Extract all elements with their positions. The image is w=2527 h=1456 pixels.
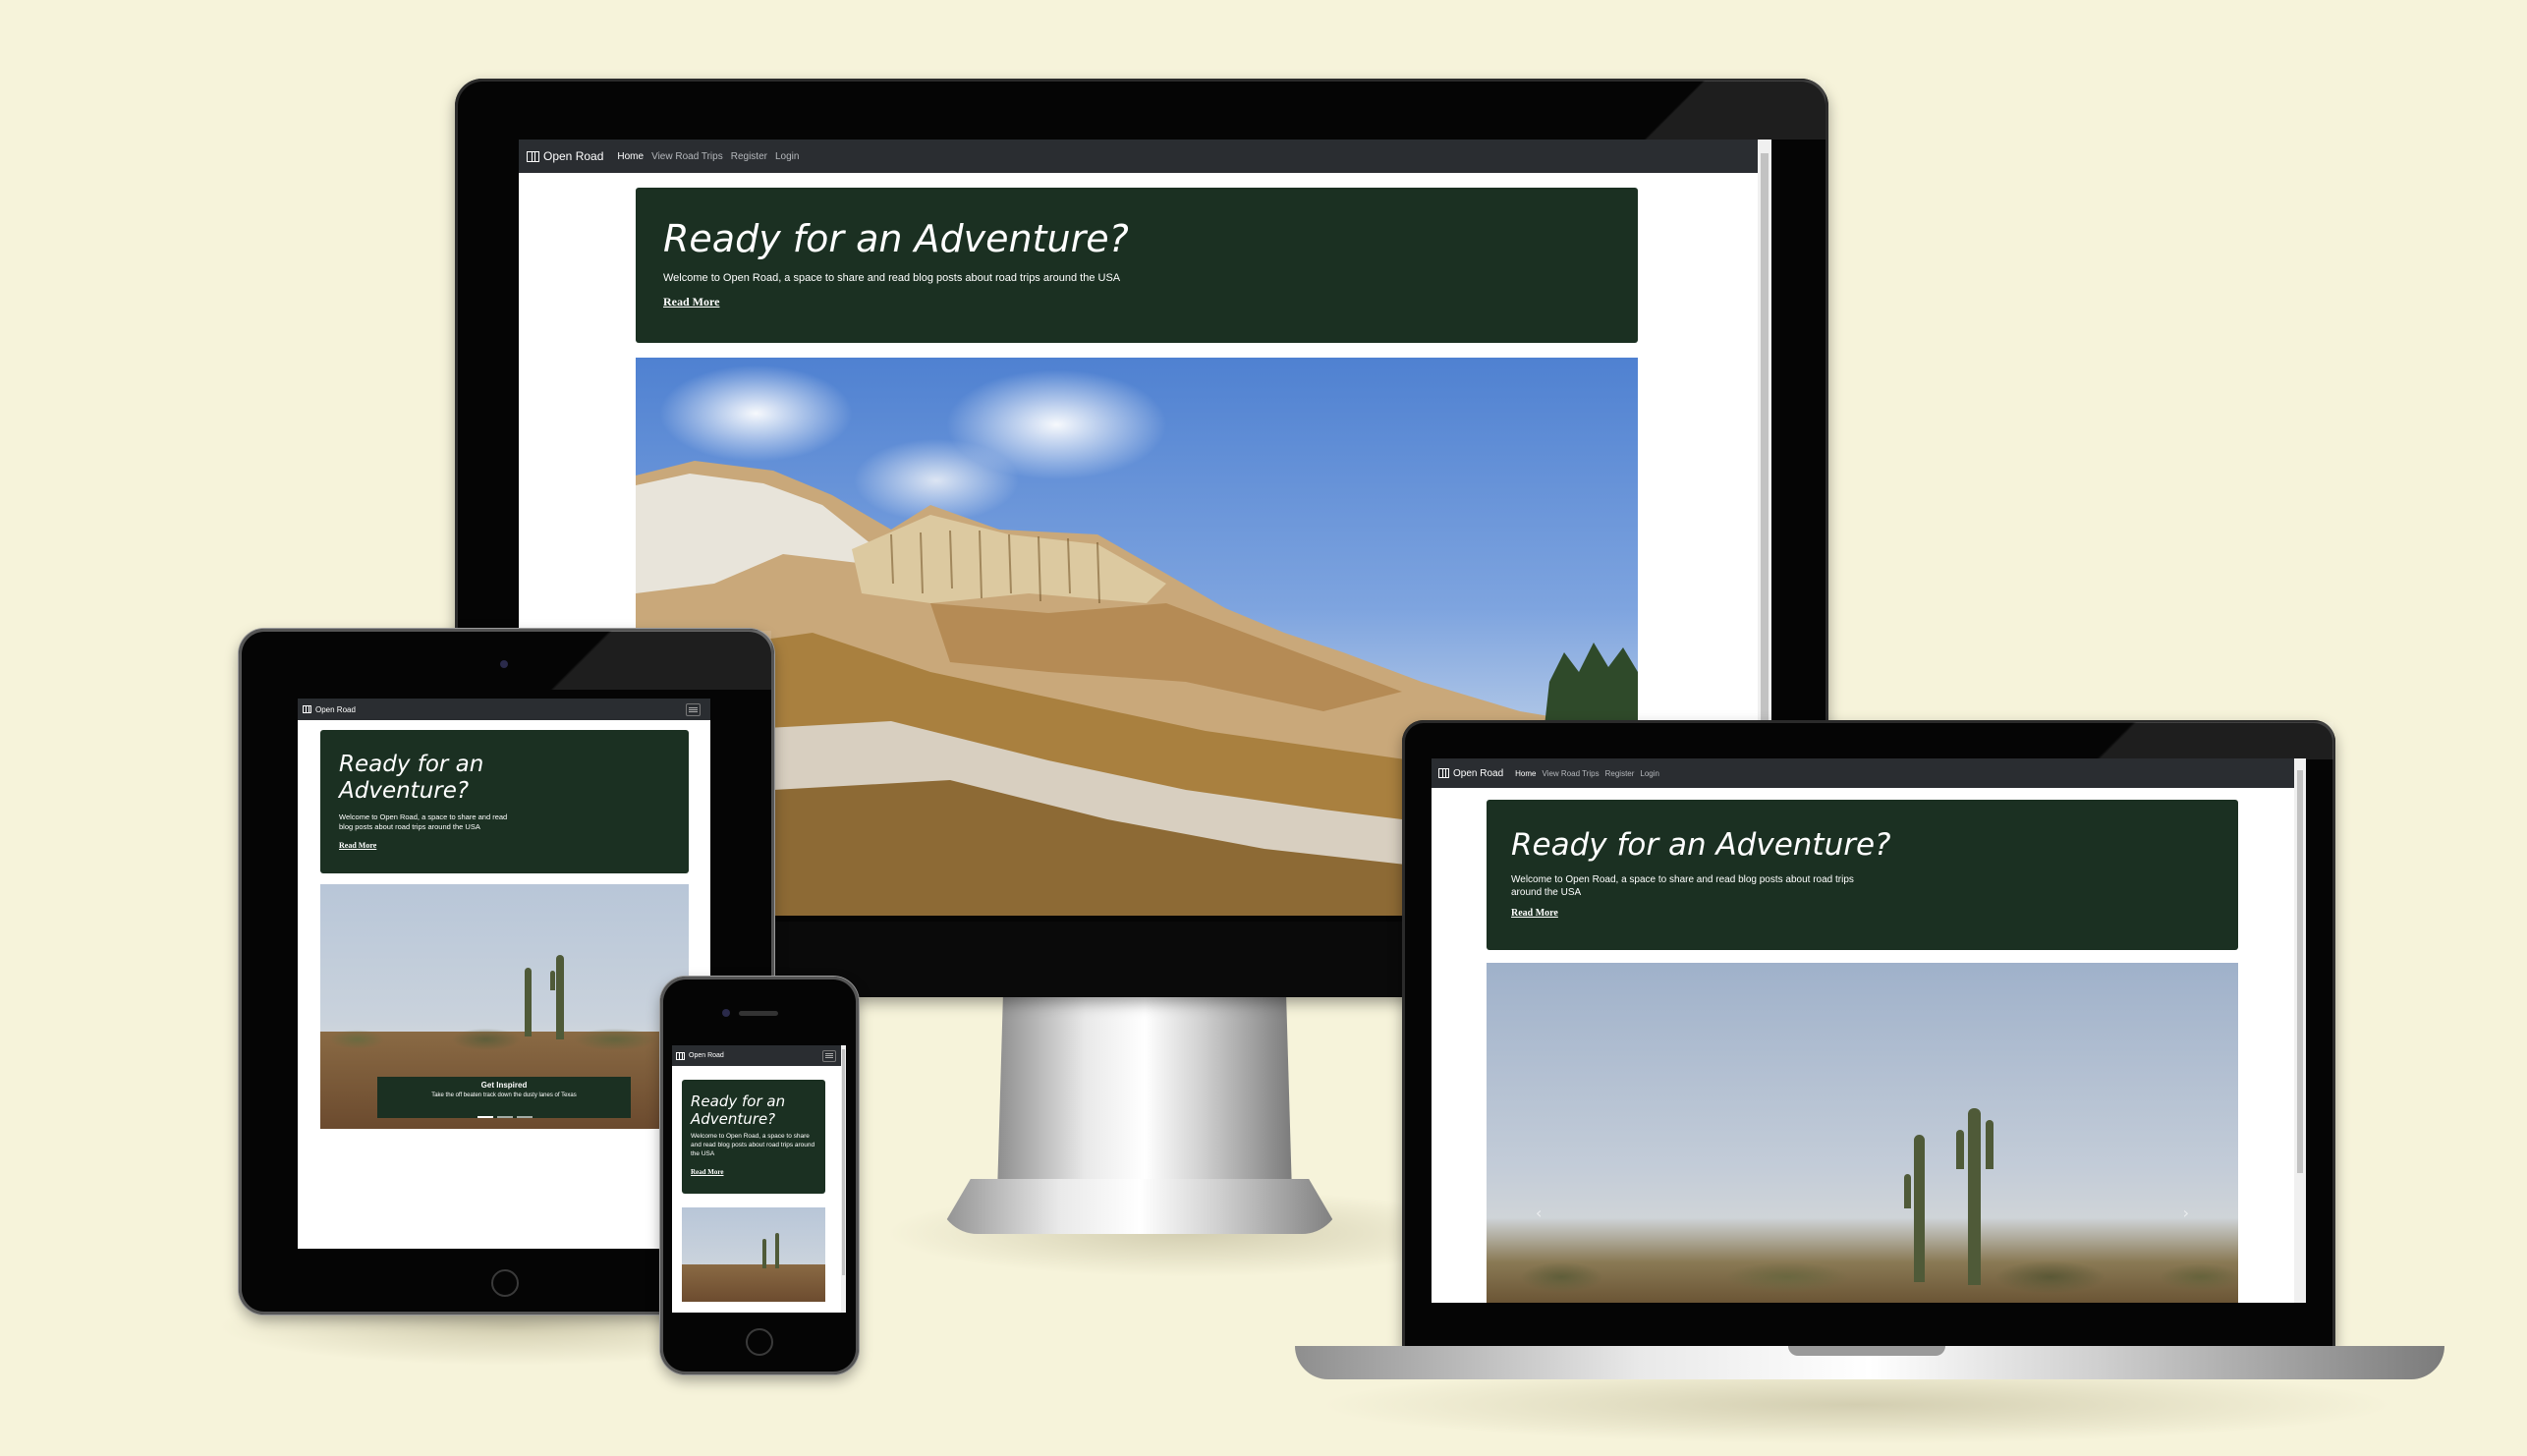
laptop-screen: Open Road Home View Road Trips Register … [1432,758,2306,1303]
hero-text: Welcome to Open Road, a space to share a… [1511,873,1854,899]
brand-text: Open Road [689,1052,724,1059]
hero-text: Welcome to Open Road, a space to share a… [663,271,1121,284]
hero-title: Ready for an Adventure? [663,217,1129,260]
brand[interactable]: Open Road [1438,768,1503,779]
hamburger-icon [689,707,698,708]
monitor-stand-base [938,1179,1341,1234]
hero-title: Ready for an Adventure? [1511,827,1891,863]
navbar: Open Road [298,699,710,720]
nav-link-register[interactable]: Register [1605,769,1635,778]
tablet-home-button[interactable] [491,1269,519,1297]
brand[interactable]: Open Road [676,1051,724,1060]
carousel-image-desert [682,1207,825,1302]
hero-banner: Ready for an Adventure? Welcome to Open … [320,730,689,873]
carousel-image-desert: Get Inspired Take the off beaten track d… [320,884,689,1129]
cactus [525,968,532,1036]
nav-link-view-road-trips[interactable]: View Road Trips [1543,769,1600,778]
nav-link-view-road-trips[interactable]: View Road Trips [651,151,723,162]
hero-banner: Ready for an Adventure? Welcome to Open … [682,1080,825,1194]
scrollbar-thumb[interactable] [1761,153,1769,743]
hero-banner: Ready for an Adventure? Welcome to Open … [1487,800,2238,950]
hamburger-icon [825,1053,833,1054]
hero-banner: Ready for an Adventure? Welcome to Open … [636,188,1638,343]
phone-screen: Open Road Ready for an Adventure? Welcom… [672,1045,846,1313]
map-icon [1438,768,1449,778]
hero-title: Ready for an Adventure? [339,752,484,805]
monitor-stand-neck [997,992,1292,1194]
phone-speaker [739,1011,778,1016]
tablet-screen: Open Road Ready for an Adventure? Welcom… [298,699,710,1249]
menu-toggle[interactable] [822,1050,836,1062]
read-more-link[interactable]: Read More [1511,908,1558,919]
navbar: Open Road Home View Road Trips Register … [1432,758,2306,788]
caption-text: Take the off beaten track down the dusty… [431,1092,577,1098]
cactus [775,1233,779,1268]
cactus [1914,1135,1925,1282]
carousel-image-desert: ‹ › [1487,963,2238,1303]
hero-title: Ready for an Adventure? [691,1092,786,1128]
laptop-notch [1788,1346,1945,1356]
navbar: Open Road [672,1045,846,1066]
caption-title: Get Inspired [480,1081,528,1090]
hero-text: Welcome to Open Road, a space to share a… [339,812,508,832]
read-more-link[interactable]: Read More [339,841,376,850]
phone-home-button[interactable] [746,1328,773,1356]
map-icon [303,705,311,713]
nav-link-login[interactable]: Login [1640,769,1659,778]
brand[interactable]: Open Road [303,705,356,714]
cactus [556,955,564,1039]
menu-toggle[interactable] [686,703,701,716]
cactus [762,1239,766,1268]
brand-text: Open Road [543,149,604,163]
cactus [1968,1108,1981,1285]
carousel-indicator[interactable] [477,1116,493,1118]
phone-camera [722,1009,730,1017]
brand-text: Open Road [1453,767,1504,779]
brand[interactable]: Open Road [527,149,603,163]
navbar: Open Road Home View Road Trips Register … [519,140,1771,173]
map-icon [527,150,539,162]
read-more-link[interactable]: Read More [691,1168,724,1176]
read-more-link[interactable]: Read More [663,295,719,309]
scrollbar-thumb[interactable] [2297,770,2303,1173]
scrollbar-thumb[interactable] [842,1049,845,1275]
carousel-caption: Get Inspired Take the off beaten track d… [377,1077,631,1118]
nav-link-register[interactable]: Register [731,151,767,162]
brand-text: Open Road [315,704,356,714]
map-icon [676,1051,685,1060]
carousel-prev-icon[interactable]: ‹ [1536,1204,1542,1222]
carousel-indicator[interactable] [497,1116,513,1118]
carousel-indicator[interactable] [517,1116,533,1118]
hero-text: Welcome to Open Road, a space to share a… [691,1133,815,1157]
nav-link-login[interactable]: Login [775,151,799,162]
nav-link-home[interactable]: Home [617,151,644,162]
nav-link-home[interactable]: Home [1515,769,1536,778]
carousel-next-icon[interactable]: › [2183,1204,2189,1222]
tablet-camera [500,660,508,668]
